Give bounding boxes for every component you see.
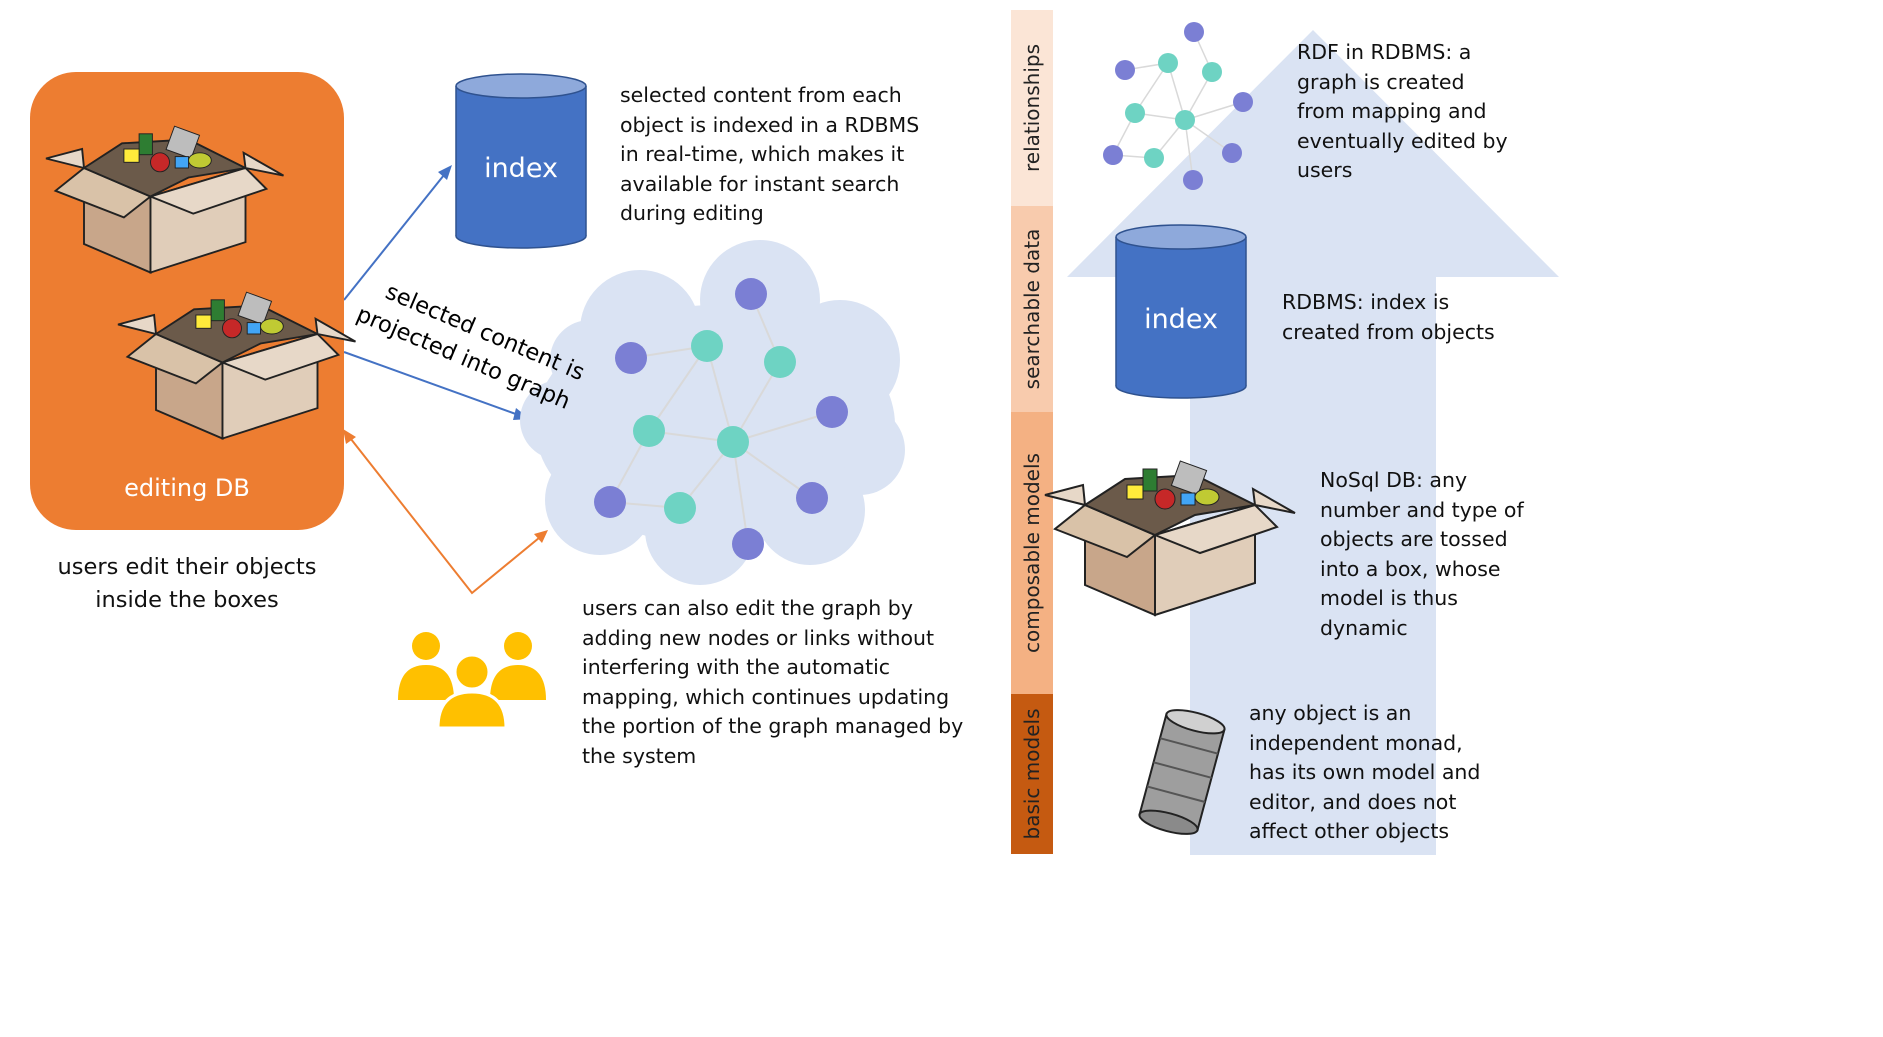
graph-node bbox=[764, 346, 796, 378]
editing-caption-line: inside the boxes bbox=[95, 587, 279, 613]
graph-node bbox=[664, 492, 696, 524]
description-line: the portion of the graph managed by bbox=[582, 714, 964, 738]
description-line: editor, and does not bbox=[1249, 789, 1457, 814]
rdbms-description: RDBMS: index is created from objects bbox=[1282, 288, 1495, 347]
users-edit-description: users can also edit the graph by adding … bbox=[582, 594, 963, 771]
description-line: object is indexed in a RDBMS bbox=[620, 112, 920, 137]
stage-label-text: composable models bbox=[1020, 453, 1044, 653]
description-line: selected content from each bbox=[620, 83, 902, 107]
graph-node bbox=[615, 342, 647, 374]
graph-node bbox=[633, 415, 665, 447]
index-label: index bbox=[484, 153, 558, 184]
description-line: any object is an bbox=[1249, 701, 1412, 725]
stage-label-text: basic models bbox=[1020, 708, 1044, 840]
description-line: mapping, which continues updating bbox=[582, 684, 950, 709]
description-line: graph is created bbox=[1297, 69, 1465, 94]
description-line: adding new nodes or links without bbox=[582, 625, 935, 650]
editing-db-container: editing DB bbox=[30, 72, 344, 530]
graph-node bbox=[594, 486, 626, 518]
stage-label-text: searchable data bbox=[1020, 228, 1044, 390]
description-line: from mapping and bbox=[1297, 99, 1487, 123]
arrow-users-bidirectional bbox=[343, 429, 548, 595]
rdbms-index-label: index bbox=[1144, 304, 1218, 335]
description-line: available for instant search bbox=[620, 171, 900, 196]
description-line: users can also edit the graph by bbox=[582, 596, 913, 620]
description-line: in real-time, which makes it bbox=[620, 142, 905, 166]
editing-caption-line: users edit their objects bbox=[57, 554, 317, 580]
users-group-icon bbox=[398, 632, 546, 730]
nosql-description: NoSql DB: any number and type of objects… bbox=[1320, 466, 1524, 643]
graph-node bbox=[1144, 148, 1164, 168]
rdf-description: RDF in RDBMS: a graph is created from ma… bbox=[1297, 38, 1508, 186]
description-line: the system bbox=[582, 743, 697, 768]
graph-node bbox=[796, 482, 828, 514]
graph-node bbox=[1103, 145, 1123, 165]
graph-node bbox=[735, 278, 767, 310]
graph-node bbox=[1222, 143, 1242, 163]
description-line: dynamic bbox=[1320, 615, 1408, 640]
stage-label-searchable-data: searchable data bbox=[1011, 206, 1053, 412]
description-line: eventually edited by bbox=[1297, 128, 1508, 153]
description-line: RDF in RDBMS: a bbox=[1297, 40, 1472, 64]
description-line: users bbox=[1297, 158, 1353, 182]
graph-node bbox=[1115, 60, 1135, 80]
stage-label-basic-models: basic models bbox=[1011, 694, 1053, 854]
description-line: RDBMS: index is bbox=[1282, 290, 1450, 314]
graph-node bbox=[1184, 22, 1204, 42]
description-line: independent monad, bbox=[1249, 730, 1463, 755]
stage-label-text: relationships bbox=[1020, 44, 1044, 172]
description-line: has its own model and bbox=[1249, 760, 1481, 784]
description-line: created from objects bbox=[1282, 319, 1495, 344]
graph-node bbox=[1175, 110, 1195, 130]
description-line: NoSql DB: any bbox=[1320, 468, 1468, 492]
graph-node bbox=[816, 396, 848, 428]
graph-node bbox=[1202, 62, 1222, 82]
description-line: into a box, whose bbox=[1320, 556, 1501, 581]
graph-node bbox=[1158, 53, 1178, 73]
graph-node bbox=[717, 426, 749, 458]
description-line: model is thus bbox=[1320, 586, 1458, 610]
graph-node bbox=[732, 528, 764, 560]
description-line: interfering with the automatic bbox=[582, 655, 891, 679]
graph-node bbox=[691, 330, 723, 362]
stage-label-composable-models: composable models bbox=[1011, 412, 1053, 694]
editing-caption: users edit their objects inside the boxe… bbox=[30, 551, 344, 617]
graph-node bbox=[1183, 170, 1203, 190]
description-line: during editing bbox=[620, 201, 764, 225]
index-description: selected content from each object is ind… bbox=[620, 81, 919, 229]
stage-label-relationships: relationships bbox=[1011, 10, 1053, 206]
description-line: affect other objects bbox=[1249, 819, 1450, 843]
description-line: objects are tossed bbox=[1320, 527, 1508, 551]
description-line: number and type of bbox=[1320, 497, 1524, 522]
graph-node bbox=[1125, 103, 1145, 123]
editing-db-label: editing DB bbox=[124, 474, 250, 502]
monad-description: any object is an independent monad, has … bbox=[1249, 699, 1480, 847]
graph-node bbox=[1233, 92, 1253, 112]
